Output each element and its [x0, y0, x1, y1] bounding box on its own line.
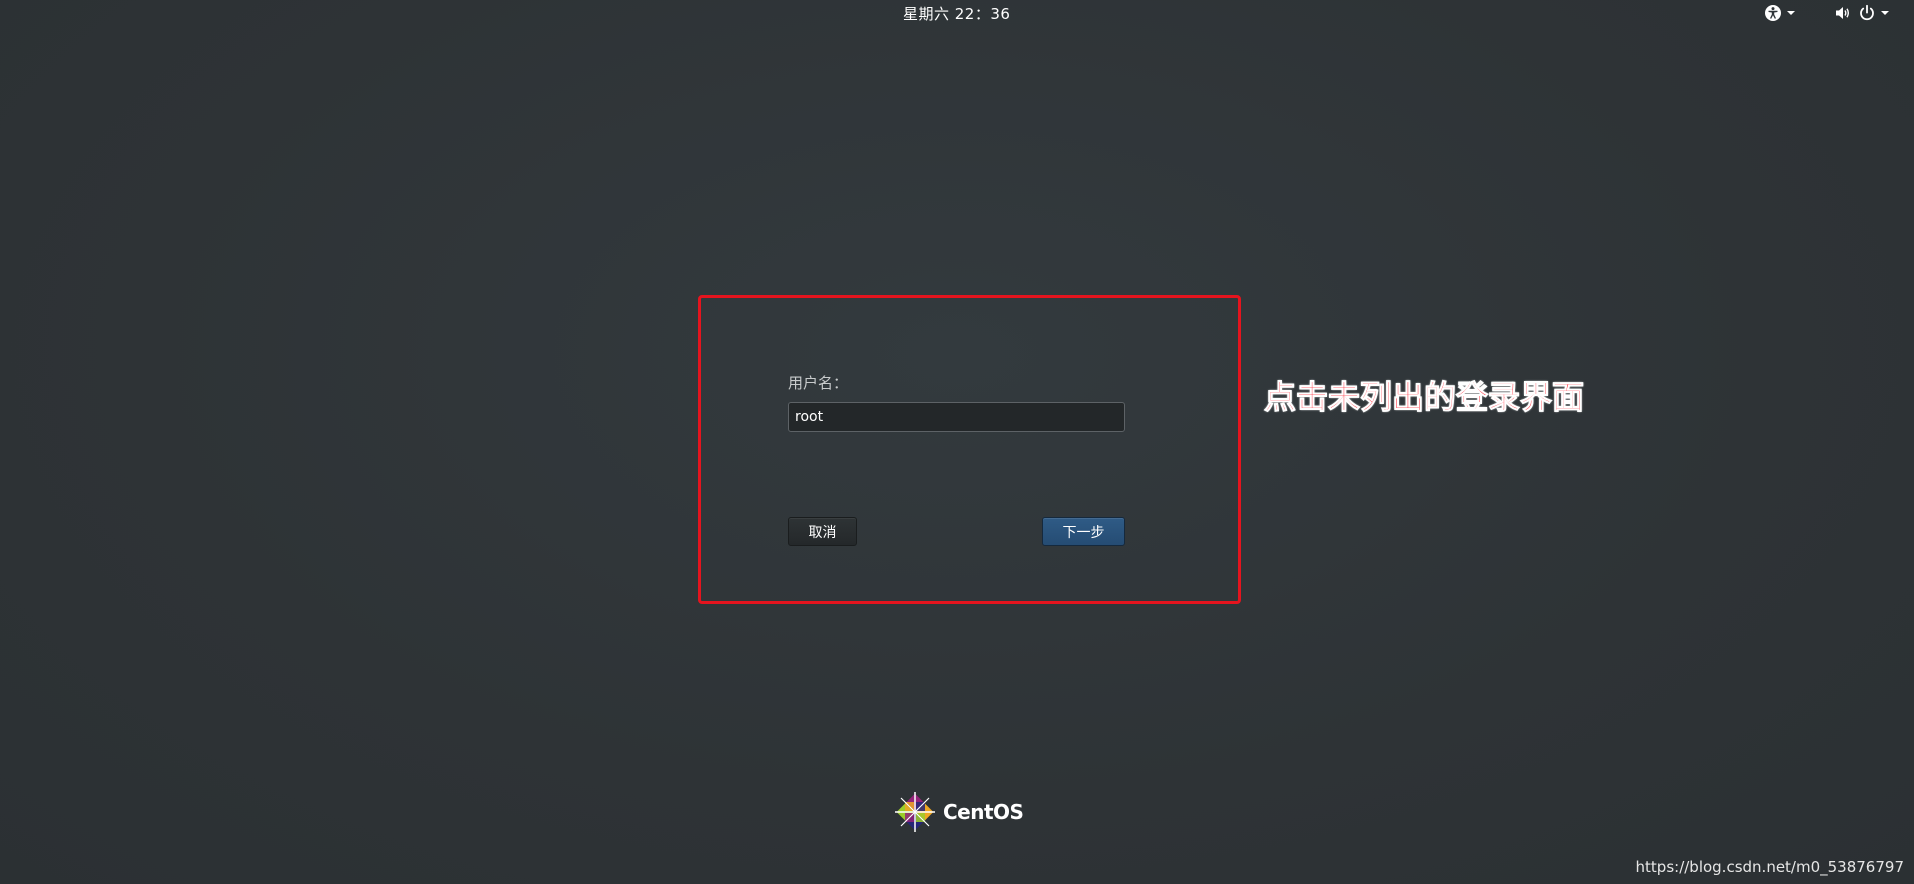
power-icon — [1858, 4, 1876, 22]
chevron-down-icon — [1785, 4, 1797, 22]
centos-logo-icon — [893, 790, 937, 834]
chevron-down-icon — [1879, 4, 1891, 22]
clock[interactable]: 星期六 22：36 — [903, 3, 1010, 24]
cancel-button[interactable]: 取消 — [788, 517, 857, 546]
top-bar: 星期六 22：36 — [0, 0, 1914, 26]
volume-icon — [1834, 4, 1852, 22]
accessibility-icon — [1764, 4, 1782, 22]
system-menu[interactable] — [1834, 4, 1891, 22]
annotation-frame — [698, 295, 1241, 604]
centos-logo: CentOS — [893, 789, 1024, 835]
next-button[interactable]: 下一步 — [1042, 517, 1125, 546]
annotation-caption: 点击未列出的登录界面 — [1263, 378, 1585, 417]
username-label: 用户名： — [788, 374, 849, 392]
username-input[interactable] — [788, 402, 1125, 432]
watermark: https://blog.csdn.net/m0_53876797 — [1635, 858, 1904, 876]
accessibility-menu[interactable] — [1764, 4, 1797, 22]
centos-logo-text: CentOS — [943, 800, 1024, 824]
